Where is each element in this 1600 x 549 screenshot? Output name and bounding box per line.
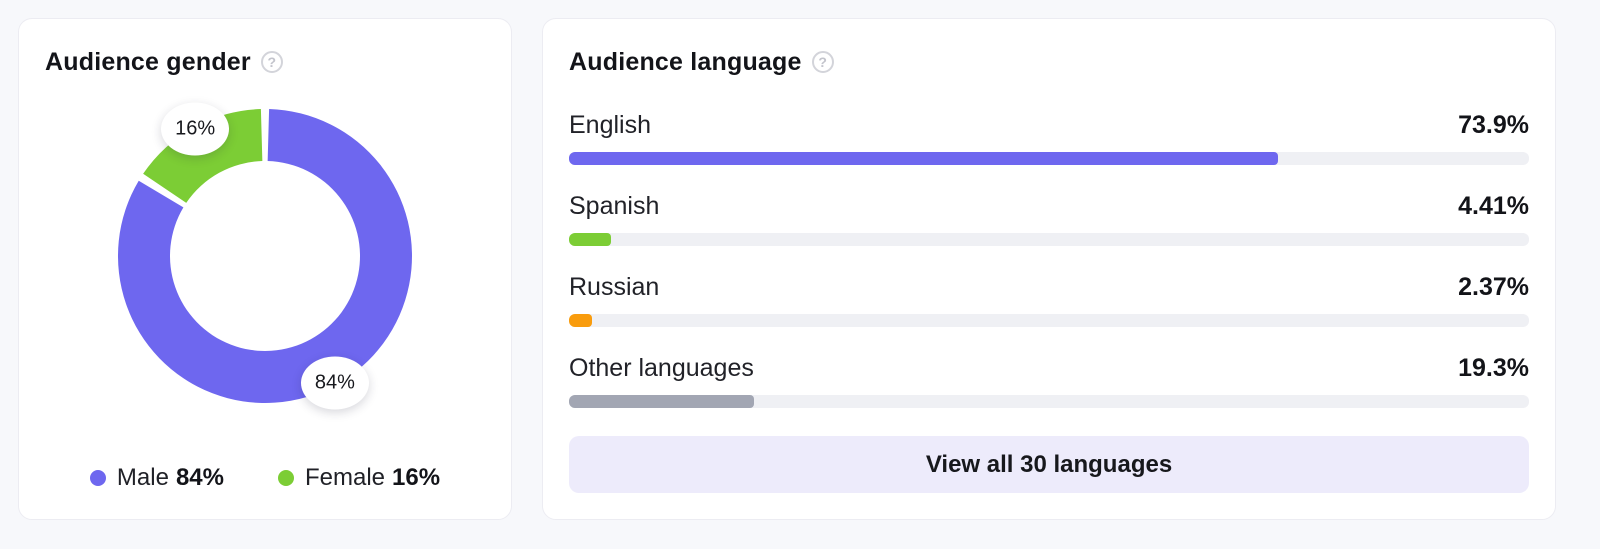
legend-value: 84% [175, 464, 224, 491]
bar-track [569, 233, 1529, 246]
bar-fill [569, 395, 755, 408]
legend-label: Male [116, 464, 169, 491]
gender-legend: Male 84% Female 16% [45, 463, 485, 493]
bar-fill [569, 233, 612, 246]
bar-fill [569, 152, 1279, 165]
donut-label-male: 84% [300, 356, 369, 410]
help-icon[interactable]: ? [811, 51, 834, 73]
audience-dashboard: Audience gender ? 84% 16% Male 84% Femal… [0, 0, 1600, 538]
view-all-languages-button[interactable]: View all 30 languages [569, 436, 1529, 493]
language-list: English 73.9% Spanish 4.41% Russian 2.37… [569, 111, 1529, 435]
language-label: Russian [569, 273, 660, 301]
legend-item-male: Male 84% [89, 464, 224, 492]
language-label: English [569, 111, 651, 139]
audience-gender-card: Audience gender ? 84% 16% Male 84% Femal… [18, 18, 512, 520]
language-label: Spanish [569, 192, 660, 220]
donut-label-female: 16% [161, 102, 230, 156]
legend-item-female: Female 16% [278, 464, 440, 492]
audience-language-card: Audience language ? English 73.9% Spanis… [542, 18, 1556, 520]
language-label: Other languages [569, 354, 754, 382]
gender-card-title: Audience gender [45, 47, 251, 76]
language-row: Spanish 4.41% [569, 192, 1529, 246]
gender-donut-chart: 84% 16% [100, 91, 430, 421]
language-value: 73.9% [1458, 111, 1529, 139]
female-dot-icon [278, 470, 294, 486]
bar-track [569, 395, 1529, 408]
language-card-title: Audience language [569, 47, 802, 76]
legend-value: 16% [392, 464, 441, 491]
bar-track [569, 314, 1529, 327]
donut-svg [117, 109, 412, 404]
language-value: 2.37% [1458, 273, 1529, 301]
legend-label: Female [305, 464, 386, 491]
language-value: 4.41% [1458, 192, 1529, 220]
male-dot-icon [89, 470, 106, 486]
language-card-header: Audience language ? [569, 47, 1529, 77]
language-value: 19.3% [1458, 354, 1529, 382]
gender-card-header: Audience gender ? [45, 47, 485, 77]
bar-fill [569, 314, 592, 327]
language-row: Other languages 19.3% [569, 354, 1529, 408]
language-row: English 73.9% [569, 111, 1529, 165]
language-row: Russian 2.37% [569, 273, 1529, 327]
bar-track [569, 152, 1529, 165]
help-icon[interactable]: ? [260, 51, 283, 73]
